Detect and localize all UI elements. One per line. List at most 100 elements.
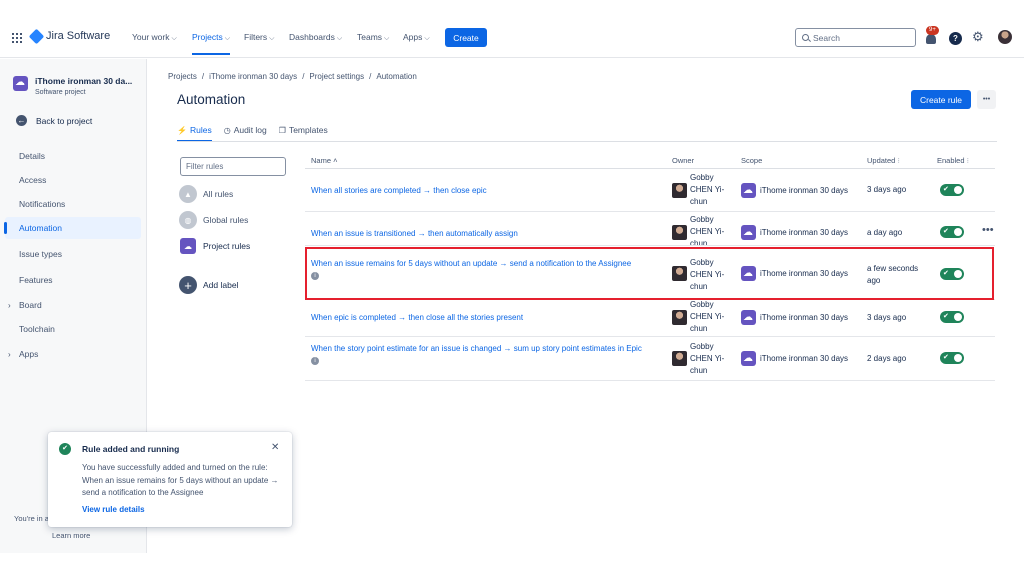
enabled-toggle[interactable] [940,311,964,323]
enabled-toggle[interactable] [940,226,964,238]
scope-project-icon [741,225,756,240]
table-row[interactable]: When epic is completed → then close all … [305,300,995,337]
row-more-actions-icon[interactable]: ••• [982,224,994,236]
chevron-right-icon: › [8,349,11,359]
back-to-project-button[interactable]: ← Back to project [16,115,92,126]
column-header-name[interactable]: Name ˄ [311,156,338,165]
column-header-owner: Owner [672,156,695,165]
sidebar-item-issue-types[interactable]: Issue types [0,243,141,265]
sidebar-item-notifications[interactable]: Notifications [0,193,141,215]
rule-name-link[interactable]: When all stories are completed → then cl… [311,185,666,196]
page-bottom-margin [0,553,1024,576]
create-button[interactable]: Create [445,28,487,47]
jira-logo[interactable]: Jira Software [28,28,111,44]
user-avatar[interactable] [998,30,1012,44]
table-row[interactable]: When all stories are completed → then cl… [305,169,995,212]
nav-teams[interactable]: Teams ⌵ [357,32,389,43]
help-icon[interactable]: ? [949,32,962,45]
chevron-down-icon: ⌵ [336,35,343,42]
gear-icon[interactable]: ⚙ [972,30,984,44]
chevron-down-icon: ⌵ [384,35,390,42]
project-type: Software project [35,89,86,96]
add-label-button[interactable]: + Add label [179,276,238,294]
copy-icon: ❐ [278,126,286,135]
enabled-toggle[interactable] [940,352,964,364]
table-row[interactable]: When the story point estimate for an iss… [305,337,995,381]
tabs: ⚡ Rules ◷ Audit log ❐ Templates [177,125,328,142]
rule-updated: a day ago [867,228,903,237]
rule-name-link[interactable]: When epic is completed → then close all … [311,312,666,323]
page-title: Automation [177,92,246,107]
search-placeholder: Search [813,32,840,43]
nav-apps[interactable]: Apps ⌵ [403,32,430,43]
nav-your-work[interactable]: Your work ⌵ [132,32,177,43]
column-header-scope: Scope [741,156,763,165]
more-icon: ••• [982,96,991,103]
chevron-down-icon: ⌵ [424,35,430,42]
breadcrumb-project-settings[interactable]: Project settings [309,72,364,81]
app-name: Jira Software [46,30,111,42]
bell-icon [926,34,936,44]
nav-projects[interactable]: Projects ⌵ [192,32,231,55]
table-row[interactable]: When an issue is transitioned → then aut… [305,212,995,246]
sort-icon: ˄ [333,156,338,165]
sidebar-footer-text: You're in a [14,514,49,523]
scope-project-icon [741,351,756,366]
sidebar-item-features[interactable]: Features [0,269,141,291]
filter-rules-input[interactable]: Filter rules [180,157,286,176]
toast-title: Rule added and running [82,444,180,454]
rule-name-link[interactable]: When an issue is transitioned → then aut… [311,228,666,239]
more-actions-button[interactable]: ••• [977,90,996,109]
breadcrumb-project[interactable]: iThome ironman 30 days [209,72,297,81]
notifications-button[interactable]: 9+ [924,26,939,45]
learn-more-link[interactable]: Learn more [52,531,90,540]
breadcrumb: Projects / iThome ironman 30 days / Project … [168,72,417,81]
rule-owner: Gobby CHEN Yi-chun [690,215,725,245]
scope-project-icon [741,183,756,198]
chevron-right-icon: › [8,300,11,310]
rule-owner: Gobby CHEN Yi-chun [690,300,725,333]
filter-project-rules[interactable]: ☁ Project rules [179,238,250,254]
sidebar-item-details[interactable]: Details [0,145,141,167]
view-rule-details-link[interactable]: View rule details [82,505,145,514]
sidebar-item-access[interactable]: Access [0,169,141,191]
create-rule-button[interactable]: Create rule [911,90,971,109]
search-input[interactable]: Search [795,28,916,47]
owner-avatar [672,183,687,198]
nav-filters[interactable]: Filters ⌵ [244,32,274,43]
rule-owner: Gobby CHEN Yi-chun [690,342,725,375]
info-icon[interactable]: i [311,357,319,365]
plus-icon: + [179,276,197,294]
tab-audit-log[interactable]: ◷ Audit log [224,125,267,142]
top-navigation: Jira Software Your work ⌵ Projects ⌵ Filte… [0,18,1024,58]
app-switcher-icon[interactable] [12,33,22,43]
filter-all-rules[interactable]: ▲ All rules [179,185,233,203]
tab-rules[interactable]: ⚡ Rules [177,125,212,142]
back-label: Back to project [36,115,93,126]
sidebar-item-toolchain[interactable]: Toolchain [0,318,141,340]
close-icon[interactable]: ✕ [271,442,279,453]
owner-avatar [672,225,687,240]
breadcrumb-projects[interactable]: Projects [168,72,197,81]
rule-owner: Gobby CHEN Yi-chun [690,173,725,206]
enabled-toggle[interactable] [940,184,964,196]
sidebar-item-apps[interactable]: › Apps [0,343,141,365]
project-name: iThome ironman 30 da... [35,76,133,86]
project-header[interactable]: iThome ironman 30 da... Software project [13,76,132,96]
rule-scope: iThome ironman 30 days [760,354,849,363]
sidebar-item-board[interactable]: › Board [0,294,141,316]
rule-updated: 2 days ago [867,354,907,363]
clock-icon: ◷ [223,126,231,135]
filter-global-rules[interactable]: ◍ Global rules [179,211,248,229]
rule-name-cell[interactable]: When the story point estimate for an iss… [311,343,666,365]
nav-dashboards[interactable]: Dashboards ⌵ [289,32,342,43]
lightning-icon: ⚡ [177,126,187,135]
rule-name-link[interactable]: When the story point estimate for an iss… [311,344,642,353]
sidebar-item-automation[interactable]: Automation [4,217,141,239]
rule-scope: iThome ironman 30 days [760,313,849,322]
column-header-enabled[interactable]: Enabled ⁝ [937,156,969,165]
tab-templates[interactable]: ❐ Templates [279,125,328,142]
notification-badge: 9+ [926,26,939,35]
breadcrumb-automation[interactable]: Automation [376,72,416,81]
column-header-updated[interactable]: Updated ⁝ [867,156,900,165]
